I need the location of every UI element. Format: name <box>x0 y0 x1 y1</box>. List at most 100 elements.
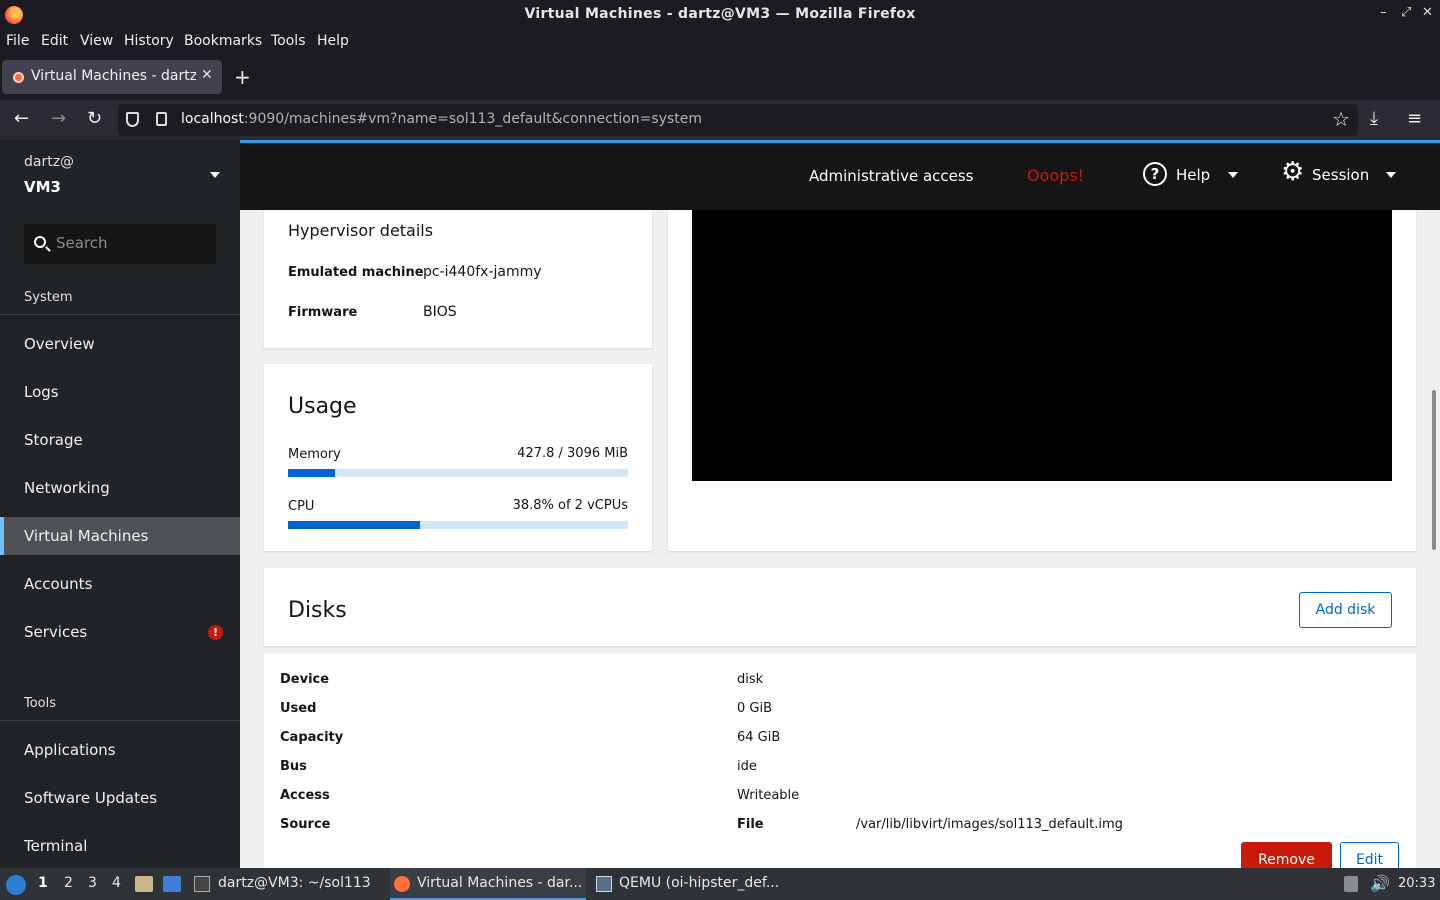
disk-access-label: Access <box>280 788 330 803</box>
back-icon[interactable]: ← <box>14 108 29 129</box>
emulated-machine-value: pc-i440fx-jammy <box>423 264 542 280</box>
disk-bus-value: ide <box>737 759 757 774</box>
memory-progress-bar <box>288 469 628 477</box>
close-window-icon[interactable]: ✕ <box>1422 5 1433 20</box>
forward-icon[interactable]: → <box>51 108 66 129</box>
page-scrollbar[interactable] <box>1432 390 1436 550</box>
taskbar-item-firefox[interactable]: Virtual Machines - dar... <box>390 868 586 900</box>
vm-console-screen[interactable] <box>692 210 1392 481</box>
disk-capacity-label: Capacity <box>280 730 344 745</box>
disk-bus-label: Bus <box>280 759 307 774</box>
tracking-shield-icon[interactable] <box>126 112 139 127</box>
sidebar: dartz@ VM3 System Overview Logs Storage … <box>0 140 240 868</box>
cockpit-favicon-icon <box>13 72 24 83</box>
session-label: Session <box>1312 166 1370 184</box>
sidebar-item-services[interactable]: Services ! <box>0 613 240 651</box>
sidebar-item-software-updates[interactable]: Software Updates <box>0 779 240 817</box>
host-name: VM3 <box>24 178 61 196</box>
host-selector[interactable]: dartz@ VM3 <box>0 140 240 210</box>
menu-view[interactable]: View <box>80 33 113 49</box>
disk-source-type: File <box>737 817 764 832</box>
tab-virtual-machines[interactable]: Virtual Machines - dartz@ ✕ <box>2 60 222 94</box>
remove-disk-button[interactable]: Remove <box>1241 842 1332 868</box>
sidebar-item-terminal[interactable]: Terminal <box>0 827 240 865</box>
nav-section-system: System <box>24 290 73 305</box>
keyboard-layout-icon[interactable] <box>1344 876 1358 892</box>
page-info-icon[interactable] <box>156 112 167 126</box>
usage-title: Usage <box>288 394 357 419</box>
firmware-label: Firmware <box>288 305 358 320</box>
sidebar-item-logs[interactable]: Logs <box>0 373 240 411</box>
navigation-bar: ← → ↻ localhost:9090/machines#vm?name=so… <box>0 100 1440 140</box>
gear-icon: ⚙ <box>1281 157 1305 187</box>
address-bar[interactable]: localhost:9090/machines#vm?name=sol113_d… <box>118 104 1358 136</box>
menu-bookmarks[interactable]: Bookmarks <box>184 33 262 49</box>
hypervisor-details-title: Hypervisor details <box>288 221 434 240</box>
cockpit-page: dartz@ VM3 System Overview Logs Storage … <box>0 140 1440 868</box>
chevron-down-icon <box>1386 172 1396 178</box>
sidebar-item-virtual-machines[interactable]: Virtual Machines <box>0 517 240 555</box>
url-host: localhost <box>181 111 244 127</box>
tab-strip: Virtual Machines - dartz@ ✕ + <box>0 54 1440 100</box>
sidebar-item-accounts[interactable]: Accounts <box>0 565 240 603</box>
downloads-icon[interactable]: ⤓ <box>1370 108 1378 129</box>
memory-label: Memory <box>288 447 341 462</box>
add-disk-button[interactable]: Add disk <box>1299 592 1392 628</box>
disk-device-value: disk <box>737 672 764 687</box>
workspace-4[interactable]: 4 <box>112 875 121 891</box>
memory-value: 427.8 / 3096 MiB <box>517 446 628 461</box>
taskbar-item-qemu[interactable]: QEMU (oi-hipster_def... <box>592 868 788 900</box>
disk-details: Device disk Used 0 GiB Capacity 64 GiB B… <box>264 654 1416 868</box>
cpu-progress-fill <box>288 521 420 529</box>
clock[interactable]: 20:33 <box>1398 876 1435 891</box>
cpu-label: CPU <box>288 499 315 514</box>
search-input[interactable] <box>56 234 206 252</box>
show-desktop-icon[interactable] <box>163 876 181 892</box>
masthead-accent-line <box>240 140 1440 143</box>
start-menu-icon[interactable] <box>6 875 26 895</box>
search-icon <box>34 236 46 248</box>
cpu-progress-bar <box>288 521 628 529</box>
monitor-icon <box>596 876 612 892</box>
firefox-icon <box>394 876 410 892</box>
workspace-3[interactable]: 3 <box>88 875 97 891</box>
restore-icon[interactable]: ⤢ <box>1401 5 1411 20</box>
sidebar-item-overview[interactable]: Overview <box>0 325 240 363</box>
administrative-access-button[interactable]: Administrative access <box>809 167 974 185</box>
minimize-icon[interactable]: – <box>1380 5 1387 20</box>
menu-edit[interactable]: Edit <box>41 33 68 49</box>
app-menu-icon[interactable]: ≡ <box>1407 108 1422 129</box>
taskbar-item-label: dartz@VM3: ~/sol113 <box>218 875 371 891</box>
workspace-1[interactable]: 1 <box>38 875 48 891</box>
desktop-taskbar: 1 2 3 4 dartz@VM3: ~/sol113 Virtual Mach… <box>0 868 1440 900</box>
sidebar-item-storage[interactable]: Storage <box>0 421 240 459</box>
nav-divider <box>0 720 240 721</box>
error-alert-icon: ! <box>208 625 223 640</box>
bookmark-star-icon[interactable]: ☆ <box>1332 107 1350 131</box>
url-text[interactable]: localhost:9090/machines#vm?name=sol113_d… <box>181 111 702 127</box>
disks-card-header: Disks Add disk <box>264 568 1416 646</box>
chevron-down-icon <box>210 172 220 178</box>
menu-file[interactable]: File <box>6 33 29 49</box>
volume-icon[interactable]: 🔊 <box>1370 874 1390 893</box>
usage-card: Usage Memory 427.8 / 3096 MiB CPU 38.8% … <box>264 364 652 551</box>
menu-help[interactable]: Help <box>317 33 349 49</box>
edit-disk-button[interactable]: Edit <box>1340 842 1399 868</box>
terminal-icon <box>194 876 210 892</box>
oops-button[interactable]: Ooops! <box>1027 166 1084 185</box>
search-box[interactable] <box>24 224 216 264</box>
close-tab-icon[interactable]: ✕ <box>201 67 213 83</box>
menu-tools[interactable]: Tools <box>271 33 306 49</box>
taskbar-item-terminal[interactable]: dartz@VM3: ~/sol113 <box>190 868 380 900</box>
workspace-2[interactable]: 2 <box>64 875 73 891</box>
help-circle-icon: ? <box>1143 162 1167 186</box>
emulated-machine-label: Emulated machine <box>288 265 424 280</box>
disk-used-value: 0 GiB <box>737 701 773 716</box>
sidebar-item-networking[interactable]: Networking <box>0 469 240 507</box>
menu-history[interactable]: History <box>124 33 174 49</box>
file-manager-icon[interactable] <box>135 876 153 892</box>
new-tab-icon[interactable]: + <box>234 65 251 89</box>
sidebar-item-applications[interactable]: Applications <box>0 731 240 769</box>
window-titlebar: Virtual Machines - dartz@VM3 — Mozilla F… <box>0 0 1440 30</box>
reload-icon[interactable]: ↻ <box>87 108 102 129</box>
